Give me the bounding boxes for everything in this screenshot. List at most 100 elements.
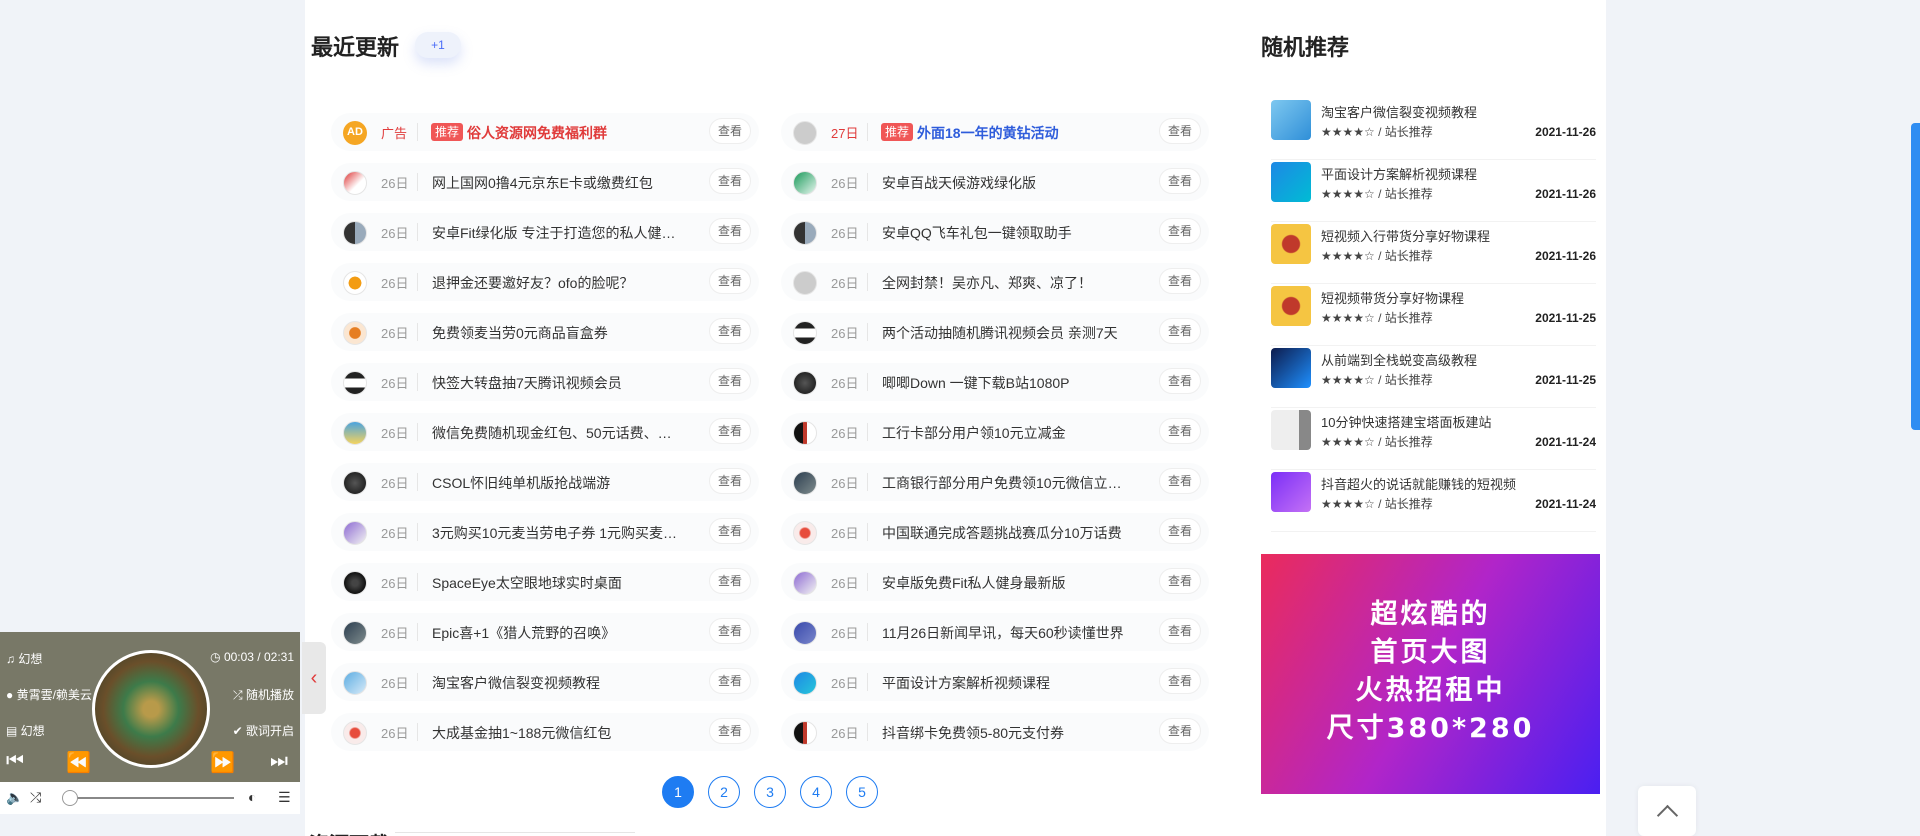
view-button[interactable]: 查看 — [709, 468, 751, 494]
list-item[interactable]: 26日 平面设计方案解析视频课程 查看 — [781, 660, 1209, 710]
list-item[interactable]: 26日 CSOL怀旧纯单机版抢战端游 查看 — [331, 460, 759, 510]
view-button[interactable]: 查看 — [1159, 218, 1201, 244]
item-title-link[interactable]: 两个活动抽随机腾讯视频会员 亲测7天 — [882, 323, 1132, 343]
list-item[interactable]: 26日 工商银行部分用户免费领10元微信立减金 查看 — [781, 460, 1209, 510]
view-button[interactable]: 查看 — [1159, 318, 1201, 344]
item-title-link[interactable]: 唧唧Down 一键下载B站1080P — [882, 373, 1132, 393]
list-item[interactable]: 26日 微信免费随机现金红包、50元话费、实… 查看 — [331, 410, 759, 460]
list-item[interactable]: 26日 唧唧Down 一键下载B站1080P 查看 — [781, 360, 1209, 410]
item-title-link[interactable]: 工行卡部分用户领10元立减金 — [882, 423, 1132, 443]
list-item[interactable]: 26日 SpaceEye太空眼地球实时桌面 查看 — [331, 560, 759, 610]
list-item[interactable]: 26日 中国联通完成答题挑战赛瓜分10万话费 查看 — [781, 510, 1209, 560]
recommend-thumbnail[interactable] — [1271, 162, 1311, 202]
view-button[interactable]: 查看 — [1159, 368, 1201, 394]
view-button[interactable]: 查看 — [709, 318, 751, 344]
list-item[interactable]: 26日 Epic喜+1《猎人荒野的召唤》 查看 — [331, 610, 759, 660]
item-title-link[interactable]: SpaceEye太空眼地球实时桌面 — [432, 573, 682, 593]
item-title-link[interactable]: 快签大转盘抽7天腾讯视频会员 — [432, 373, 682, 393]
recommend-item[interactable]: 淘宝客户微信裂变视频教程 ★★★★☆ / 站长推荐 2021-11-26 — [1271, 98, 1596, 160]
item-title-link[interactable]: Epic喜+1《猎人荒野的召唤》 — [432, 623, 682, 643]
progress-knob[interactable] — [62, 790, 78, 806]
item-title-link[interactable]: 中国联通完成答题挑战赛瓜分10万话费 — [882, 523, 1132, 543]
item-title-link[interactable]: 安卓QQ飞车礼包一键领取助手 — [882, 223, 1132, 243]
item-title-link[interactable]: 安卓版免费Fit私人健身最新版 — [882, 573, 1132, 593]
view-button[interactable]: 查看 — [1159, 268, 1201, 294]
list-item[interactable]: 26日 安卓QQ飞车礼包一键领取助手 查看 — [781, 210, 1209, 260]
view-button[interactable]: 查看 — [709, 118, 751, 144]
list-item[interactable]: 26日 网上国网0撸4元京东E卡或缴费红包 查看 — [331, 160, 759, 210]
view-button[interactable]: 查看 — [709, 518, 751, 544]
list-item[interactable]: 26日 大成基金抽1~188元微信红包 查看 — [331, 710, 759, 760]
item-title-link[interactable]: 平面设计方案解析视频课程 — [882, 673, 1132, 693]
recommend-title-link[interactable]: 10分钟快速搭建宝塔面板建站 — [1321, 412, 1491, 431]
view-button[interactable]: 查看 — [1159, 668, 1201, 694]
item-title-link[interactable]: 11月26日新闻早讯，每天60秒读懂世界 — [882, 623, 1132, 643]
recommend-title-link[interactable]: 短视频带货分享好物课程 — [1321, 288, 1464, 307]
recommend-thumbnail[interactable] — [1271, 472, 1311, 512]
item-title-link[interactable]: 网上国网0撸4元京东E卡或缴费红包 — [432, 173, 682, 193]
list-item[interactable]: 26日 免费领麦当劳0元商品盲盒券 查看 — [331, 310, 759, 360]
list-item[interactable]: 26日 11月26日新闻早讯，每天60秒读懂世界 查看 — [781, 610, 1209, 660]
item-title-link[interactable]: CSOL怀旧纯单机版抢战端游 — [432, 473, 682, 493]
item-title-link[interactable]: 全网封禁！吴亦凡、郑爽、凉了！ — [882, 273, 1132, 293]
recommend-item[interactable]: 短视频带货分享好物课程 ★★★★☆ / 站长推荐 2021-11-25 — [1271, 284, 1596, 346]
recommend-title-link[interactable]: 平面设计方案解析视频课程 — [1321, 164, 1477, 183]
skip-forward-icon[interactable]: ⏭ — [270, 750, 288, 773]
view-button[interactable]: 查看 — [709, 418, 751, 444]
view-button[interactable]: 查看 — [1159, 568, 1201, 594]
page-1-button[interactable]: 1 — [662, 776, 694, 808]
item-title-link[interactable]: 俗人资源网免费福利群 — [467, 123, 717, 143]
view-button[interactable]: 查看 — [1159, 118, 1201, 144]
recommend-thumbnail[interactable] — [1271, 224, 1311, 264]
player-collapse-button[interactable]: ‹ — [302, 642, 326, 714]
view-button[interactable]: 查看 — [1159, 418, 1201, 444]
page-2-button[interactable]: 2 — [708, 776, 740, 808]
list-item[interactable]: AD 广告 推荐 俗人资源网免费福利群 查看 — [331, 110, 759, 160]
list-item[interactable]: 26日 安卓百战天候游戏绿化版 查看 — [781, 160, 1209, 210]
list-item[interactable]: 26日 全网封禁！吴亦凡、郑爽、凉了！ 查看 — [781, 260, 1209, 310]
list-item[interactable]: 26日 工行卡部分用户领10元立减金 查看 — [781, 410, 1209, 460]
list-item[interactable]: 26日 退押金还要邀好友？ofo的脸呢？ 查看 — [331, 260, 759, 310]
view-button[interactable]: 查看 — [709, 668, 751, 694]
recommend-title-link[interactable]: 淘宝客户微信裂变视频教程 — [1321, 102, 1477, 121]
item-title-link[interactable]: 微信免费随机现金红包、50元话费、实… — [432, 423, 682, 443]
recommend-thumbnail[interactable] — [1271, 100, 1311, 140]
recommend-item[interactable]: 抖音超火的说话就能赚钱的短视频 ★★★★☆ / 站长推荐 2021-11-24 — [1271, 470, 1596, 532]
page-5-button[interactable]: 5 — [846, 776, 878, 808]
view-button[interactable]: 查看 — [709, 268, 751, 294]
fast-forward-icon[interactable]: ⏩ — [210, 750, 235, 775]
back-to-top-button[interactable] — [1638, 786, 1696, 836]
volume-icon[interactable]: 🔈 — [6, 789, 23, 806]
list-item[interactable]: 26日 两个活动抽随机腾讯视频会员 亲测7天 查看 — [781, 310, 1209, 360]
recommend-thumbnail[interactable] — [1271, 410, 1311, 450]
page-3-button[interactable]: 3 — [754, 776, 786, 808]
item-title-link[interactable]: 外面18一年的黄钻活动 — [917, 123, 1167, 143]
list-item[interactable]: 26日 快签大转盘抽7天腾讯视频会员 查看 — [331, 360, 759, 410]
list-item[interactable]: 26日 抖音绑卡免费领5-80元支付券 查看 — [781, 710, 1209, 760]
view-button[interactable]: 查看 — [709, 368, 751, 394]
toggle-icon[interactable]: ◐ — [248, 789, 256, 805]
item-title-link[interactable]: 3元购买10元麦当劳电子券 1元购买麦当… — [432, 523, 682, 543]
view-button[interactable]: 查看 — [1159, 468, 1201, 494]
item-title-link[interactable]: 退押金还要邀好友？ofo的脸呢？ — [432, 273, 682, 293]
list-item[interactable]: 26日 3元购买10元麦当劳电子券 1元购买麦当… 查看 — [331, 510, 759, 560]
skip-back-icon[interactable]: ⏮ — [6, 750, 24, 773]
view-button[interactable]: 查看 — [709, 568, 751, 594]
rewind-icon[interactable]: ⏪ — [66, 750, 91, 775]
list-item[interactable]: 27日 推荐 外面18一年的黄钻活动 查看 — [781, 110, 1209, 160]
recommend-thumbnail[interactable] — [1271, 348, 1311, 388]
recommend-title-link[interactable]: 从前端到全栈蜕变高级教程 — [1321, 350, 1477, 369]
recommend-item[interactable]: 平面设计方案解析视频课程 ★★★★☆ / 站长推荐 2021-11-26 — [1271, 160, 1596, 222]
view-button[interactable]: 查看 — [1159, 168, 1201, 194]
ad-banner[interactable]: 超炫酷的 首页大图 火热招租中 尺寸380*280 — [1261, 554, 1600, 794]
recommend-thumbnail[interactable] — [1271, 286, 1311, 326]
view-button[interactable]: 查看 — [709, 218, 751, 244]
view-button[interactable]: 查看 — [1159, 718, 1201, 744]
item-title-link[interactable]: 淘宝客户微信裂变视频教程 — [432, 673, 682, 693]
lyrics-toggle[interactable]: ✔ 歌词开启 — [233, 722, 294, 739]
playlist-icon[interactable]: ☰ — [278, 789, 291, 806]
recommend-item[interactable]: 从前端到全栈蜕变高级教程 ★★★★☆ / 站长推荐 2021-11-25 — [1271, 346, 1596, 408]
play-mode-button[interactable]: ⤮ 随机播放 — [233, 686, 294, 703]
recommend-item[interactable]: 短视频入行带货分享好物课程 ★★★★☆ / 站长推荐 2021-11-26 — [1271, 222, 1596, 284]
progress-track[interactable] — [68, 797, 234, 799]
